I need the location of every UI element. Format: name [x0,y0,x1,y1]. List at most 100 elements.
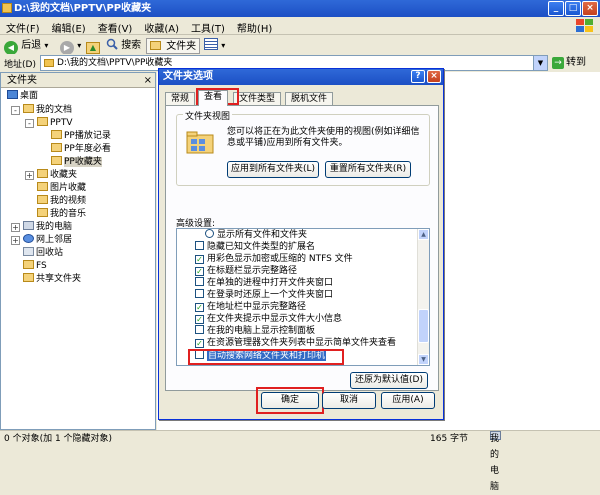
list-item[interactable]: 在我的电脑上显示控制面板 [195,325,315,337]
list-item[interactable]: ✓ 用彩色显示加密或压缩的 NTFS 文件 [195,253,353,265]
list-item[interactable]: ✓ 在文件夹提示中显示文件大小信息 [195,313,342,325]
minimize-button[interactable]: _ [548,1,564,16]
dialog-help-button[interactable]: ? [411,70,425,83]
address-value: D:\我的文档\PPTV\PP收藏夹 [57,58,173,68]
menu-help[interactable]: 帮助(H) [231,17,278,35]
tab-general[interactable]: 常规 [165,92,196,106]
views-button[interactable]: ▾ [204,38,225,54]
tree-item-recycle-bin[interactable]: 回收站 [23,247,63,259]
dialog-titlebar[interactable]: 文件夹选项 ? × [159,69,443,85]
go-arrow-icon: → [552,57,564,69]
tab-view[interactable]: 查看 [198,90,229,106]
view-tab-panel: 文件夹视图 您可以将正在为此文件夹使用的视图(例如详细信息或平铺)应用到所有文件… [165,105,439,391]
advanced-settings-list[interactable]: 显示所有文件和文件夹 隐藏已知文件类型的扩展名 ✓ 用彩色显示加密或压缩的 NTF… [176,228,430,366]
checkbox[interactable]: ✓ [195,267,204,276]
list-scrollbar[interactable]: ▲ ▼ [417,229,429,365]
tree-item-pp-history[interactable]: PP播放记录 [51,130,111,142]
back-button[interactable]: ◀ 后退 ▾ [4,38,49,55]
tree-item-desktop[interactable]: 桌面 [7,90,38,102]
computer-icon [23,221,34,230]
tree-item-network[interactable]: 网上邻居 [23,234,72,246]
folder-icon [23,273,34,282]
menu-favorites[interactable]: 收藏(A) [138,17,185,35]
list-item[interactable]: ✓ 在资源管理器文件夹列表中显示简单文件夹查看 [195,337,396,349]
status-bar: 0 个对象(加 1 个隐藏对象) 165 字节 我的电脑 [0,430,600,492]
restore-defaults-button[interactable]: 还原为默认值(D) [350,372,428,389]
checkbox[interactable] [195,325,204,334]
checkbox[interactable]: ✓ [195,339,204,348]
forward-button[interactable]: ▶ ▾ [60,38,81,55]
folder-pane-close-button[interactable]: × [144,73,152,88]
checkbox[interactable] [195,277,204,286]
item-highlight-box [188,349,344,365]
checkbox[interactable] [195,241,204,250]
list-item[interactable]: ✓ 在地址栏中显示完整路径 [195,301,306,313]
tree-item-favorites[interactable]: 收藏夹 [37,169,77,181]
reset-all-folders-button[interactable]: 重置所有文件夹(R) [325,161,411,178]
tab-offline-files[interactable]: 脱机文件 [285,92,334,106]
tree-item-shared[interactable]: 共享文件夹 [23,273,81,285]
window-titlebar[interactable]: D:\我的文档\PPTV\PP收藏夹 _ □ × [0,0,600,17]
tree-item-pp-annual[interactable]: PP年度必看 [51,143,111,155]
list-item[interactable]: ✓ 在标题栏显示完整路径 [195,265,297,277]
tree-expander[interactable]: - [11,106,20,115]
apply-to-all-folders-button[interactable]: 应用到所有文件夹(L) [227,161,319,178]
scroll-thumb[interactable] [418,309,429,343]
scroll-up-icon[interactable]: ▲ [418,229,429,240]
list-item[interactable]: 显示所有文件和文件夹 [205,229,307,241]
tree-expander[interactable]: + [25,171,34,180]
folders-label: 文件夹 [166,41,197,52]
chevron-down-icon: ▾ [221,41,226,50]
tree-item-my-documents[interactable]: 我的文档 [23,104,72,116]
checkbox[interactable]: ✓ [195,303,204,312]
checkbox[interactable]: ✓ [195,315,204,324]
folders-button[interactable]: 文件夹 [146,38,201,54]
tree-expander[interactable]: + [11,236,20,245]
menu-tools[interactable]: 工具(T) [185,17,231,35]
status-object-count: 0 个对象(加 1 个隐藏对象) [4,434,113,444]
go-button[interactable]: → 转到 [552,55,586,71]
folder-icon [44,59,54,67]
search-button[interactable]: 搜索 [106,38,141,54]
tree-item-music[interactable]: 我的音乐 [37,208,86,220]
list-item[interactable]: 在登录时还原上一个文件夹窗口 [195,289,333,301]
list-item[interactable]: 在单独的进程中打开文件夹窗口 [195,277,333,289]
search-label: 搜索 [121,40,142,51]
list-item[interactable]: 隐藏已知文件类型的扩展名 [195,241,315,253]
tree-expander[interactable]: - [25,119,34,128]
tree-item-videos[interactable]: 我的视频 [37,195,86,207]
tree-item-fs[interactable]: FS [23,260,47,272]
star-folder-icon [37,169,48,178]
cancel-button[interactable]: 取消 [322,392,376,409]
folder-icon [23,260,34,269]
menu-edit[interactable]: 编辑(E) [46,17,92,35]
tree-item-my-computer[interactable]: 我的电脑 [23,221,72,233]
address-dropdown-button[interactable]: ▼ [533,56,547,70]
pictures-folder-icon [37,182,48,191]
tree-item-pictures[interactable]: 图片收藏 [37,182,86,194]
radio-button[interactable] [205,229,214,238]
close-button[interactable]: × [582,1,598,16]
folder-views-group: 文件夹视图 您可以将正在为此文件夹使用的视图(例如详细信息或平铺)应用到所有文件… [176,109,430,186]
ok-highlight-box [256,387,324,414]
apply-button[interactable]: 应用(A) [381,392,435,409]
tree-item-pp-favorites[interactable]: PP收藏夹 [51,156,102,168]
chevron-down-icon: ▾ [44,41,49,50]
network-icon [23,234,34,243]
tree-item-pptv[interactable]: PPTV [37,117,73,129]
tab-file-types[interactable]: 文件类型 [233,92,282,106]
video-folder-icon [37,195,48,204]
folder-tree-pane: 文件夹 × 桌面 - 我的文档 - PPTV PP播放记录 PP年度必看 PP收… [0,72,156,430]
music-folder-icon [37,208,48,217]
dialog-close-button[interactable]: × [427,70,441,83]
checkbox[interactable] [195,289,204,298]
checkbox[interactable]: ✓ [195,255,204,264]
menu-view[interactable]: 查看(V) [92,17,139,35]
folder-icon [51,143,62,152]
tree-expander[interactable]: + [11,223,20,232]
up-folder-button[interactable]: ▲ [86,38,100,54]
maximize-button[interactable]: □ [565,1,581,16]
menu-file[interactable]: 文件(F) [0,17,46,35]
scroll-down-icon[interactable]: ▼ [418,354,429,365]
folder-views-icon [186,131,214,154]
